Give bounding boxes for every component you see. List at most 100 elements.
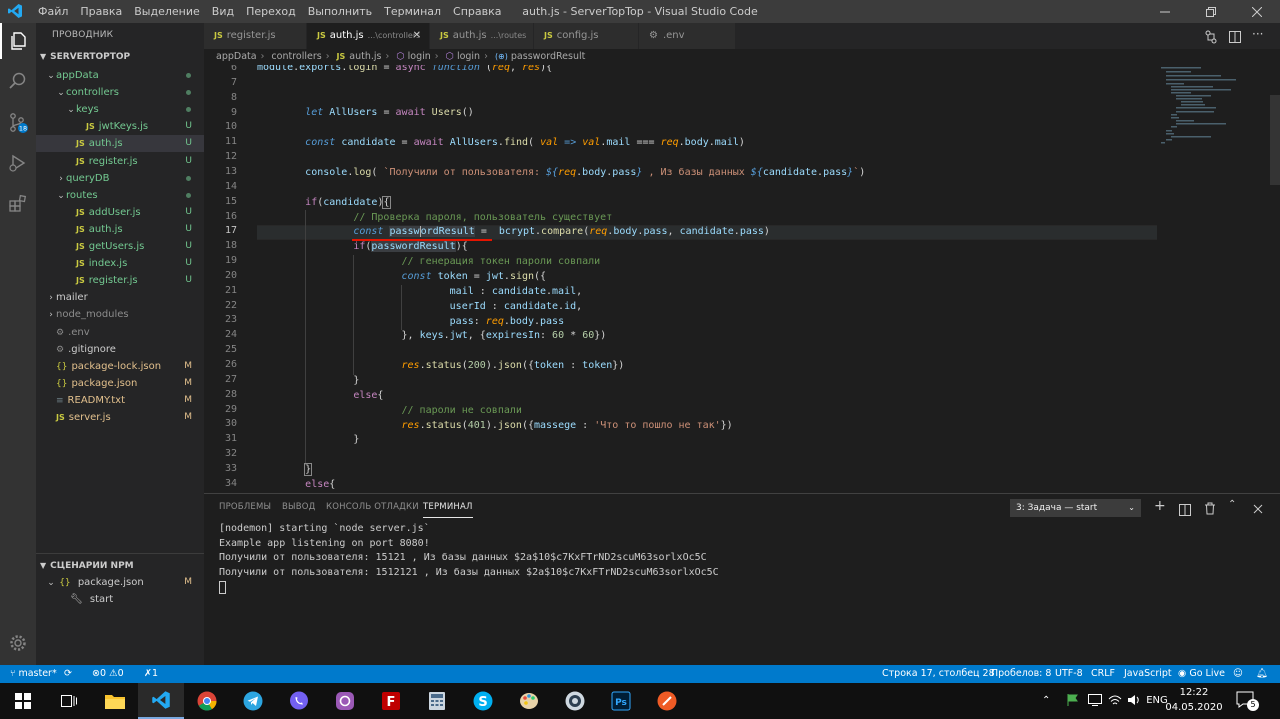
menu-help[interactable]: Справка: [447, 0, 507, 23]
panel-tab-problems[interactable]: ПРОБЛЕМЫ: [219, 494, 271, 520]
action-center-button[interactable]: 5: [1236, 691, 1262, 713]
more-actions-icon[interactable]: ···: [1252, 27, 1266, 41]
tree-item-adduser-js[interactable]: JS addUser.js U: [36, 204, 204, 221]
breadcrumb-file[interactable]: auth.js: [349, 51, 381, 62]
tree-item-index-js[interactable]: JS index.js U: [36, 255, 204, 272]
menu-edit[interactable]: Правка: [74, 0, 128, 23]
scrollbar-thumb[interactable]: [1270, 95, 1280, 185]
search-activity[interactable]: [0, 63, 36, 99]
menu-file[interactable]: Файл: [32, 0, 74, 23]
new-terminal-icon[interactable]: +: [1154, 498, 1166, 514]
kill-terminal-button[interactable]: [1204, 500, 1216, 519]
tab-register-js[interactable]: JS register.js: [204, 23, 306, 49]
tree-item-register-js[interactable]: JS register.js U: [36, 272, 204, 289]
open-changes-button[interactable]: [1204, 29, 1218, 44]
tree-item-readmy-txt[interactable]: ≡ READMY.txt M: [36, 392, 204, 409]
close-window-button[interactable]: [1234, 0, 1280, 23]
tree-item-mailer[interactable]: › mailer: [36, 289, 204, 306]
tab-config-js[interactable]: JS config.js: [534, 23, 638, 49]
npm-section-header[interactable]: ▼ СЦЕНАРИИ NPM: [36, 557, 204, 574]
tab-auth-js-routes[interactable]: JS auth.js ...\routes: [430, 23, 533, 49]
tree-item-register-js[interactable]: JS register.js U: [36, 153, 204, 170]
taskbar-photoshop[interactable]: Ps: [598, 683, 644, 719]
manage-activity[interactable]: [0, 625, 36, 661]
minimap[interactable]: [1161, 65, 1261, 493]
tree-item-jwtkeys-js[interactable]: JS jwtKeys.js U: [36, 118, 204, 135]
tree-item-appdata[interactable]: ⌄appData: [36, 67, 204, 84]
run-debug-activity[interactable]: [0, 145, 36, 181]
close-panel-button[interactable]: [1253, 499, 1263, 518]
tree-item-auth-js[interactable]: JS auth.js U: [36, 135, 204, 153]
taskbar-explorer[interactable]: [92, 683, 138, 719]
panel-tab-output[interactable]: ВЫВОД: [282, 494, 316, 520]
taskbar-obs[interactable]: [552, 683, 598, 719]
minimize-button[interactable]: [1142, 0, 1188, 23]
source-control-activity[interactable]: 18: [0, 105, 36, 141]
menu-run[interactable]: Выполнить: [302, 0, 378, 23]
tree-item-getusers-js[interactable]: JS getUsers.js U: [36, 238, 204, 255]
tree-item-querydb[interactable]: › queryDB: [36, 170, 204, 187]
tab-env[interactable]: ⚙ .env: [639, 23, 735, 49]
sync-status[interactable]: ⟳: [64, 665, 72, 683]
clock[interactable]: 12:22 04.05.2020: [1162, 685, 1226, 715]
workspace-section-header[interactable]: ▼ SERVERTOPTOP: [36, 48, 204, 65]
breadcrumb-controllers[interactable]: controllers: [271, 51, 321, 62]
split-terminal-button[interactable]: [1179, 501, 1191, 520]
taskbar-postman[interactable]: [644, 683, 690, 719]
taskbar-skype[interactable]: S: [460, 683, 506, 719]
menu-selection[interactable]: Выделение: [128, 0, 206, 23]
tray-expand-icon[interactable]: ⌃: [1042, 683, 1050, 719]
breadcrumb-appdata[interactable]: appData: [216, 51, 257, 62]
tree-item-controllers[interactable]: ⌄controllers: [36, 84, 204, 101]
branch-status[interactable]: ⑂ master*: [10, 665, 57, 683]
taskbar-telegram[interactable]: [230, 683, 276, 719]
npm-package-json[interactable]: ⌄ {} package.json M: [36, 574, 204, 591]
cursor-position[interactable]: Строка 17, столбец 28: [882, 665, 995, 683]
split-editor-button[interactable]: [1228, 29, 1242, 43]
tree-item--env[interactable]: ⚙ .env: [36, 324, 204, 341]
breadcrumb-symbol-login[interactable]: login: [408, 51, 431, 62]
taskbar-app-purple[interactable]: [322, 683, 368, 719]
eol-status[interactable]: CRLF: [1091, 665, 1115, 683]
tray-network-flag-icon[interactable]: [1066, 683, 1080, 719]
tree-item-routes[interactable]: ⌄routes: [36, 187, 204, 204]
taskbar-paint[interactable]: [506, 683, 552, 719]
tray-wifi-icon[interactable]: [1108, 683, 1122, 719]
go-live-button[interactable]: ◉ Go Live: [1178, 665, 1225, 683]
tree-item-server-js[interactable]: JS server.js M: [36, 409, 204, 426]
taskbar-vscode[interactable]: [138, 683, 184, 719]
tree-item-package-json[interactable]: {} package.json M: [36, 375, 204, 392]
taskbar-chrome[interactable]: [184, 683, 230, 719]
vertical-scrollbar[interactable]: [1270, 65, 1280, 493]
npm-script-start[interactable]: 🔧︎ start: [36, 591, 204, 608]
tab-auth-js-controllers[interactable]: JS auth.js ...\controllers ✕: [307, 23, 429, 49]
tray-display-icon[interactable]: [1088, 683, 1102, 719]
menu-view[interactable]: Вид: [206, 0, 240, 23]
menu-terminal[interactable]: Терминал: [378, 0, 447, 23]
tree-item-node-modules[interactable]: › node_modules: [36, 306, 204, 323]
feedback-button[interactable]: ☺: [1233, 665, 1243, 683]
taskbar-filezilla[interactable]: F: [368, 683, 414, 719]
close-tab-icon[interactable]: ✕: [413, 23, 421, 49]
terminal-cursor[interactable]: [219, 581, 226, 594]
problems-status[interactable]: ⊗0 ⚠0: [92, 665, 124, 683]
tree-item-keys[interactable]: ⌄keys: [36, 101, 204, 118]
maximize-button[interactable]: [1188, 0, 1234, 23]
panel-tab-terminal[interactable]: ТЕРМИНАЛ: [423, 494, 473, 518]
tree-item--gitignore[interactable]: ⚙ .gitignore: [36, 341, 204, 358]
extensions-activity[interactable]: [0, 185, 36, 221]
maximize-panel-icon[interactable]: ⌃: [1228, 499, 1236, 510]
task-view-button[interactable]: [46, 683, 92, 719]
indentation-status[interactable]: Пробелов: 8: [991, 665, 1051, 683]
panel-tab-debug-console[interactable]: КОНСОЛЬ ОТЛАДКИ: [326, 494, 419, 520]
menu-go[interactable]: Переход: [240, 0, 302, 23]
notifications-button[interactable]: 🔔︎: [1256, 665, 1268, 683]
language-status[interactable]: JavaScript: [1124, 665, 1172, 683]
tree-item-auth-js[interactable]: JS auth.js U: [36, 221, 204, 238]
tree-item-package-lock-json[interactable]: {} package-lock.json M: [36, 358, 204, 375]
code-editor[interactable]: 6 7 8 9 10 11 12 13 14 15 16 17 18 19 20 21 22 23 24 25 26 27…: [204, 65, 1280, 493]
taskbar-calculator[interactable]: [414, 683, 460, 719]
breadcrumb-symbol-variable[interactable]: passwordResult: [511, 51, 585, 62]
start-button[interactable]: [0, 683, 46, 719]
terminal-select[interactable]: 3: Задача — start ⌄: [1010, 499, 1141, 517]
